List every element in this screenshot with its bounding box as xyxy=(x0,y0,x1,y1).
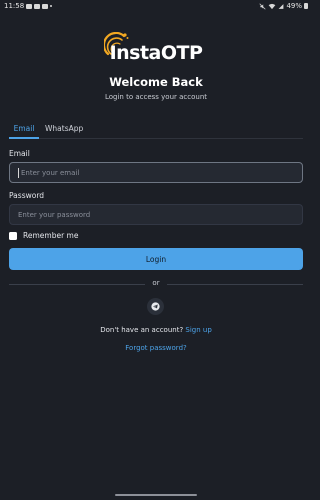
email-placeholder: Enter your email xyxy=(21,168,80,177)
login-button[interactable]: Login xyxy=(9,248,303,270)
divider-right xyxy=(167,284,303,285)
home-indicator[interactable] xyxy=(115,494,197,496)
status-bar: 11:58 49% xyxy=(0,0,312,12)
email-field[interactable]: Enter your email xyxy=(9,162,303,183)
cloud-icon xyxy=(26,3,33,9)
status-left: 11:58 xyxy=(4,2,53,10)
remember-me-label: Remember me xyxy=(23,231,79,240)
battery-percent: 49% xyxy=(286,2,302,10)
page-subtitle: Login to access your account xyxy=(104,93,208,101)
login-screen: 11:58 49% InstaOTP Welcome Back Login to… xyxy=(0,0,312,500)
password-placeholder: Enter your password xyxy=(18,210,91,219)
forgot-password-link[interactable]: Forgot password? xyxy=(0,344,312,352)
telegram-login-button[interactable] xyxy=(147,298,164,315)
telegram-icon xyxy=(151,302,160,311)
login-button-label: Login xyxy=(145,254,167,264)
or-divider-text: or xyxy=(152,279,160,287)
logo-text: InstaOTP xyxy=(109,42,203,64)
message-icon xyxy=(42,3,49,9)
text-cursor xyxy=(18,167,19,178)
page-title: Welcome Back xyxy=(109,75,203,89)
tab-whatsapp[interactable]: WhatsApp xyxy=(39,120,89,139)
password-field[interactable]: Enter your password xyxy=(9,204,303,225)
no-account-text: Don't have an account? xyxy=(100,326,184,334)
mute-icon xyxy=(259,2,266,10)
email-label: Email xyxy=(9,149,30,158)
signup-row: Don't have an account? Sign up xyxy=(0,326,312,334)
status-right: 49% xyxy=(259,2,308,10)
logo-wrap: InstaOTP xyxy=(103,32,203,64)
remember-me-row[interactable]: Remember me xyxy=(9,231,78,240)
status-time: 11:58 xyxy=(4,2,25,10)
wifi-icon xyxy=(269,3,276,9)
signal-icon xyxy=(279,3,284,9)
battery-icon xyxy=(304,3,308,9)
tab-email[interactable]: Email xyxy=(9,120,39,139)
signup-link[interactable]: Sign up xyxy=(185,326,211,334)
password-label: Password xyxy=(9,191,45,200)
remember-me-checkbox[interactable] xyxy=(9,231,17,240)
dot-icon xyxy=(50,5,53,7)
mail-icon xyxy=(34,3,41,9)
app-logo: InstaOTP xyxy=(0,32,312,64)
login-method-tabs: Email WhatsApp xyxy=(9,120,303,139)
